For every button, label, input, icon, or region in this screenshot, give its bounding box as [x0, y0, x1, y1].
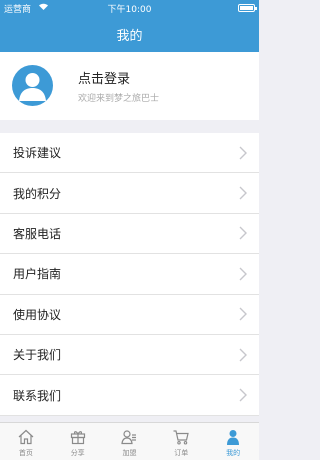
login-title[interactable]: 点击登录 — [78, 68, 130, 87]
tab-orders[interactable]: 订单 — [155, 423, 207, 460]
menu-item-points[interactable]: 我的积分 — [0, 173, 259, 214]
menu-list: 投诉建议 我的积分 客服电话 用户指南 使用协议 关于我们 联系我们 — [0, 133, 259, 416]
home-icon — [18, 429, 34, 445]
menu-item-label: 客服电话 — [13, 226, 62, 241]
tab-join[interactable]: 加盟 — [104, 423, 156, 460]
battery-icon — [238, 4, 257, 12]
chevron-right-icon — [239, 226, 247, 240]
cart-icon — [173, 430, 190, 445]
menu-item-label: 投诉建议 — [13, 146, 62, 161]
tab-label: 分享 — [70, 449, 85, 457]
chevron-right-icon — [239, 348, 247, 362]
chevron-right-icon — [239, 186, 247, 200]
menu-item-about[interactable]: 关于我们 — [0, 335, 259, 376]
status-bar: 运营商 下午10:00 — [0, 0, 259, 16]
menu-item-service-phone[interactable]: 客服电话 — [0, 214, 259, 255]
user-join-icon — [121, 430, 137, 445]
chevron-right-icon — [239, 267, 247, 281]
menu-item-label: 我的积分 — [13, 186, 62, 201]
nav-bar: 我的 — [0, 16, 259, 52]
tab-label: 订单 — [174, 449, 189, 457]
chevron-right-icon — [239, 307, 247, 321]
chevron-right-icon — [239, 388, 247, 402]
tab-label: 加盟 — [122, 449, 137, 457]
tab-bar: 首页 分享 加盟 订单 我的 — [0, 422, 259, 460]
chevron-right-icon — [239, 146, 247, 160]
menu-item-contact[interactable]: 联系我们 — [0, 375, 259, 416]
person-icon — [227, 430, 240, 445]
gift-icon — [70, 431, 85, 445]
menu-item-user-guide[interactable]: 用户指南 — [0, 254, 259, 295]
status-time: 下午10:00 — [107, 5, 152, 15]
menu-item-complaint[interactable]: 投诉建议 — [0, 133, 259, 174]
page-title: 我的 — [116, 28, 143, 44]
tab-mine[interactable]: 我的 — [207, 423, 259, 460]
menu-item-label: 联系我们 — [13, 388, 62, 403]
menu-item-agreement[interactable]: 使用协议 — [0, 295, 259, 335]
avatar-icon — [12, 65, 53, 106]
menu-item-label: 使用协议 — [13, 307, 62, 322]
tab-label: 我的 — [226, 449, 241, 457]
menu-item-label: 用户指南 — [13, 267, 62, 282]
tab-share[interactable]: 分享 — [52, 423, 104, 460]
menu-item-label: 关于我们 — [13, 348, 62, 363]
login-card[interactable]: 点击登录 欢迎来到梦之旅巴士 — [0, 52, 259, 120]
tab-home[interactable]: 首页 — [0, 423, 52, 460]
tab-label: 首页 — [18, 449, 33, 457]
welcome-subtitle: 欢迎来到梦之旅巴士 — [78, 94, 160, 104]
